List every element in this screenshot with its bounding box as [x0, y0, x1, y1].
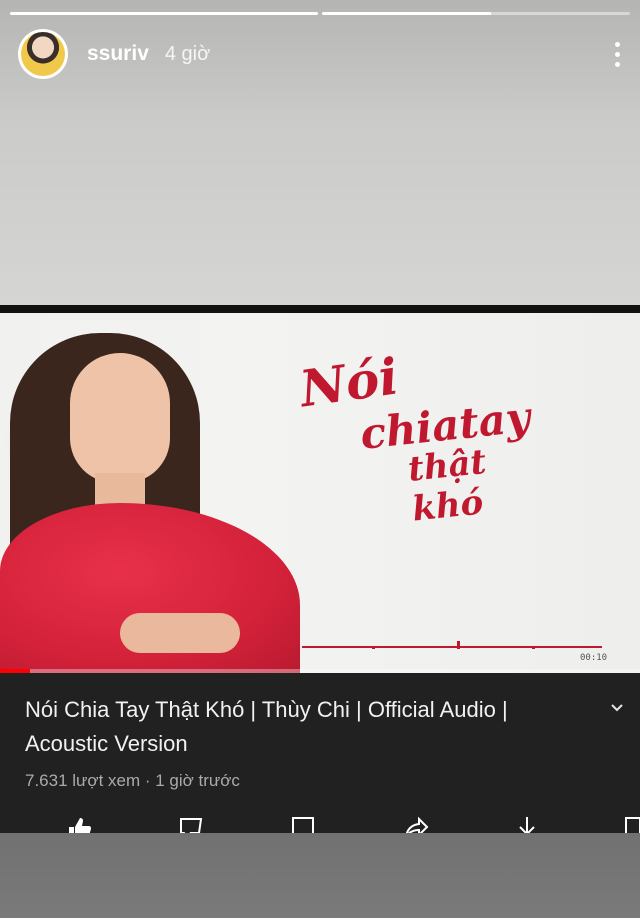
artwork-title: Nói chiatay thật khó — [296, 346, 540, 529]
action-bar — [0, 811, 640, 833]
story-progress — [10, 12, 630, 15]
video-info: Nói Chia Tay Thật Khó | Thùy Chi | Offic… — [0, 673, 640, 833]
video-meta: 7.631 lượt xem · 1 giờ trước — [25, 771, 240, 790]
story-footer — [0, 833, 640, 918]
story-progress-segment — [322, 12, 630, 15]
username[interactable]: ssuriv — [87, 42, 149, 66]
divider — [0, 305, 640, 313]
story-background: ssuriv 4 giờ — [0, 0, 640, 305]
dislike-icon[interactable] — [178, 815, 204, 833]
story-progress-segment — [10, 12, 318, 15]
save-icon[interactable] — [290, 815, 316, 833]
more-vertical-icon[interactable] — [612, 41, 622, 67]
clip-icon[interactable] — [624, 815, 640, 833]
chevron-down-icon[interactable] — [610, 701, 624, 715]
audio-timestamp: 00:10 — [580, 653, 608, 663]
download-icon[interactable] — [514, 815, 540, 833]
avatar[interactable] — [18, 29, 68, 79]
singer-face — [70, 353, 170, 483]
like-icon[interactable] — [66, 815, 92, 833]
story-header: ssuriv 4 giờ — [18, 28, 622, 80]
share-icon[interactable] — [404, 815, 430, 833]
singer-arm — [120, 613, 240, 653]
video-title[interactable]: Nói Chia Tay Thật Khó | Thùy Chi | Offic… — [25, 693, 585, 761]
avatar-image — [21, 32, 65, 76]
artwork-title-line: thật khó — [406, 441, 489, 530]
story-time: 4 giờ — [164, 42, 211, 65]
audio-waveform — [302, 641, 602, 649]
video-player[interactable]: Nói chiatay thật khó 00:10 — [0, 313, 640, 673]
